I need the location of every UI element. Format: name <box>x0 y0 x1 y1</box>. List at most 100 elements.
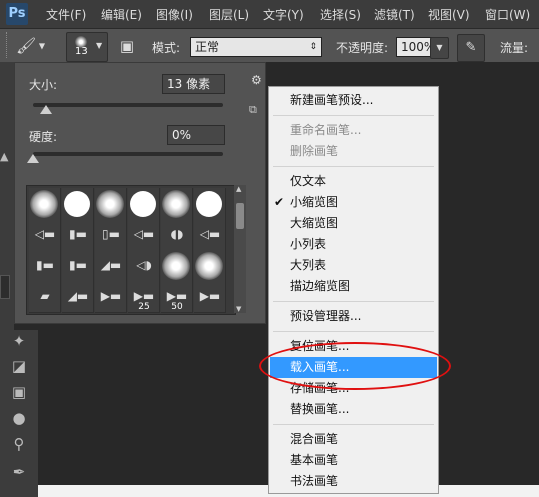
brush-preset[interactable] <box>194 188 226 220</box>
scroll-up-icon[interactable]: ▲ <box>236 185 241 193</box>
dodge-tool-icon[interactable]: ⚲ <box>8 433 30 455</box>
brush-size-value: 13 <box>75 46 88 57</box>
hardness-slider-track[interactable] <box>33 152 223 156</box>
brush-preset[interactable] <box>95 188 127 220</box>
gear-icon[interactable]: ⚙ <box>251 73 262 87</box>
brush-preset[interactable] <box>161 188 193 220</box>
opacity-dropdown-button[interactable]: ▼ <box>430 37 449 59</box>
menu-view[interactable]: 视图(V) <box>428 6 470 23</box>
brush-preset[interactable]: ◁▬ <box>194 219 226 251</box>
menu-item[interactable]: 预设管理器... <box>270 306 437 327</box>
menu-edit[interactable]: 编辑(E) <box>101 6 142 23</box>
menu-item[interactable]: 基本画笔 <box>270 450 437 471</box>
menu-item[interactable]: ✔ 小缩览图 <box>270 192 437 213</box>
brush-preset[interactable]: ◢▬ <box>95 250 127 282</box>
brush-panel-toggle-icon[interactable]: ▣ <box>116 35 138 57</box>
brush-preset[interactable]: ◁▬ <box>29 219 61 251</box>
menu-item[interactable]: 书法画笔 <box>270 471 437 492</box>
brush-preset[interactable]: ◖◗ <box>161 219 193 251</box>
menu-item-label: 新建画笔预设... <box>290 93 374 107</box>
menu-item[interactable]: 替换画笔... <box>270 399 437 420</box>
flow-label: 流量: <box>500 41 529 55</box>
clone-stamp-tool-icon[interactable]: ✦ <box>8 330 30 352</box>
brush-preset[interactable] <box>161 250 193 282</box>
hard-round-brush-icon <box>130 191 156 217</box>
scroll-down-icon[interactable]: ▼ <box>236 305 241 313</box>
menu-item-label: 混合画笔 <box>290 432 339 446</box>
checkmark-icon: ✔ <box>274 195 285 209</box>
brush-preset[interactable]: ◁◗ <box>128 250 160 282</box>
gradient-tool-icon[interactable]: ▣ <box>8 381 30 403</box>
menu-item[interactable]: 混合画笔 <box>270 429 437 450</box>
brush-preset[interactable]: ◁▬ <box>128 219 160 251</box>
brush-tip-icon: ▶▬ <box>133 289 155 303</box>
menu-item[interactable]: 仅文本 <box>270 171 437 192</box>
photoshop-logo: Ps <box>6 3 28 25</box>
brush-tip-icon: ◖◗ <box>170 227 184 241</box>
tool-fragment-icon[interactable] <box>0 275 10 299</box>
preset-scrollbar[interactable]: ▲ ▼ <box>234 185 246 313</box>
brush-preset[interactable]: ▶▬ <box>95 281 127 313</box>
menu-separator <box>273 424 434 425</box>
brush-preset[interactable] <box>128 188 160 220</box>
brush-preset[interactable]: ▰ <box>29 281 61 313</box>
brush-tip-icon: ◁▬ <box>133 227 155 241</box>
menu-item-label: 大列表 <box>290 258 327 272</box>
soft-round-brush-icon <box>195 252 223 280</box>
hardness-slider-thumb[interactable] <box>27 154 39 163</box>
size-label: 大小: <box>29 78 58 92</box>
brush-preset[interactable]: ▶▬ <box>194 281 226 313</box>
menu-separator <box>273 115 434 116</box>
menu-file[interactable]: 文件(F) <box>46 6 86 23</box>
brush-icon: 🖌 <box>16 36 37 55</box>
brush-preset-grid: ◁▬ ▮▬ ▯▬ ◁▬ ◖◗ ◁▬ ▮▬ ▮▬ ◢▬ ◁◗ ▰ ◢▬ ▶▬ ▶▬ 25 ▶▬ 50 ▶▬ <box>26 185 236 315</box>
menu-item: 删除画笔 <box>270 141 437 162</box>
brush-preset[interactable] <box>62 188 94 220</box>
brush-preset[interactable] <box>194 250 226 282</box>
brush-preset[interactable]: ▶▬ 25 <box>128 281 160 313</box>
brush-tool-preset-picker[interactable]: 🖌 ▼ <box>16 35 54 57</box>
soft-round-brush-icon <box>96 190 124 218</box>
menu-item[interactable]: 小列表 <box>270 234 437 255</box>
chevron-down-icon: ▼ <box>436 43 443 52</box>
menu-select[interactable]: 选择(S) <box>320 6 361 23</box>
brush-preset[interactable]: ▮▬ <box>62 219 94 251</box>
brush-tip-icon: ▶▬ <box>199 289 221 303</box>
mode-value: 正常 <box>195 40 220 54</box>
pen-tool-icon[interactable]: ✒ <box>8 461 30 483</box>
menu-item-label: 大缩览图 <box>290 216 339 230</box>
menu-filter[interactable]: 滤镜(T) <box>374 6 415 23</box>
menu-item[interactable]: 描边缩览图 <box>270 276 437 297</box>
menu-type[interactable]: 文字(Y) <box>263 6 304 23</box>
size-slider-thumb[interactable] <box>40 105 53 114</box>
blur-tool-icon[interactable]: ● <box>8 407 30 429</box>
eraser-tool-icon[interactable]: ◪ <box>8 355 30 377</box>
pressure-opacity-button[interactable]: ✎ <box>457 34 485 62</box>
brush-size-picker[interactable]: 13 ▼ <box>66 32 108 62</box>
menu-item[interactable]: 大列表 <box>270 255 437 276</box>
brush-preset[interactable]: ▶▬ 50 <box>161 281 193 313</box>
opacity-label: 不透明度: <box>336 41 389 55</box>
menu-item-label: 删除画笔 <box>290 144 339 158</box>
menu-window[interactable]: 窗口(W) <box>485 6 530 23</box>
menu-image[interactable]: 图像(I) <box>156 6 193 23</box>
brush-preset[interactable]: ▯▬ <box>95 219 127 251</box>
new-preset-icon[interactable]: ⧉ <box>249 103 257 117</box>
scroll-thumb[interactable] <box>236 203 244 229</box>
menu-separator <box>273 331 434 332</box>
brush-preset[interactable]: ▮▬ <box>62 250 94 282</box>
menu-layer[interactable]: 图层(L) <box>209 6 249 23</box>
brush-preset[interactable]: ◢▬ <box>62 281 94 313</box>
menu-item-label: 小列表 <box>290 237 327 251</box>
brush-tip-icon: ▮▬ <box>69 258 87 272</box>
mode-select[interactable]: 正常 ⇕ <box>190 37 322 57</box>
menu-bar: Ps 文件(F) 编辑(E) 图像(I) 图层(L) 文字(Y) 选择(S) 滤… <box>0 0 539 29</box>
size-field[interactable]: 13 像素 <box>162 74 225 94</box>
hardness-field[interactable]: 0% <box>167 125 225 145</box>
menu-item[interactable]: 新建画笔预设... <box>270 90 437 111</box>
menu-item[interactable]: 大缩览图 <box>270 213 437 234</box>
size-slider-track[interactable] <box>33 103 223 107</box>
size-value: 13 像素 <box>167 77 211 91</box>
brush-preset[interactable] <box>29 188 61 220</box>
brush-preset[interactable]: ▮▬ <box>29 250 61 282</box>
